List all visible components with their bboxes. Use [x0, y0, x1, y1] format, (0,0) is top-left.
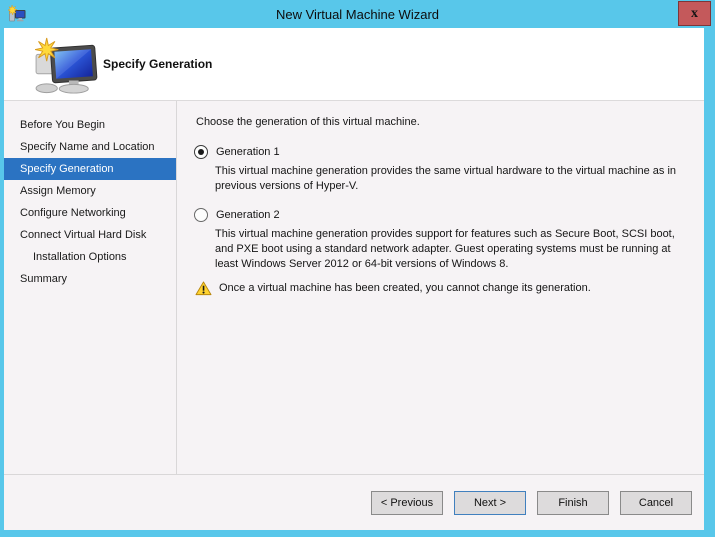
- window-titlebar: New Virtual Machine Wizard x: [0, 0, 715, 28]
- sidebar-item-specify-name-and-location[interactable]: Specify Name and Location: [4, 136, 176, 158]
- button-label: < Previous: [380, 497, 434, 509]
- wizard-frame: Specify Generation Before You Begin Spec…: [4, 28, 704, 530]
- window-title: New Virtual Machine Wizard: [275, 6, 440, 22]
- page-content: Choose the generation of this virtual ma…: [177, 101, 704, 474]
- app-icon: [8, 5, 26, 22]
- sidebar-item-label: Specify Name and Location: [20, 141, 155, 153]
- sidebar-item-assign-memory[interactable]: Assign Memory: [4, 180, 176, 202]
- cancel-button[interactable]: Cancel: [620, 491, 692, 515]
- wizard-window: New Virtual Machine Wizard x Specify Gen…: [0, 0, 715, 537]
- close-button[interactable]: x: [678, 1, 711, 26]
- generation-2-radio[interactable]: Generation 2: [194, 208, 690, 222]
- wizard-header: Specify Generation: [4, 28, 704, 101]
- generation-2-description: This virtual machine generation provides…: [215, 228, 675, 270]
- sidebar-item-label: Installation Options: [33, 251, 127, 263]
- generation-1-radio[interactable]: Generation 1: [194, 145, 690, 159]
- sidebar-item-configure-networking[interactable]: Configure Networking: [4, 202, 176, 224]
- next-button[interactable]: Next >: [454, 491, 526, 515]
- warning-note: Once a virtual machine has been created,…: [195, 281, 690, 296]
- sidebar-item-label: Connect Virtual Hard Disk: [20, 229, 147, 241]
- wizard-footer: < Previous Next > Finish Cancel: [4, 474, 704, 530]
- sidebar-item-before-you-begin[interactable]: Before You Begin: [4, 114, 176, 136]
- sidebar-item-specify-generation[interactable]: Specify Generation: [4, 158, 176, 180]
- previous-button[interactable]: < Previous: [371, 491, 443, 515]
- sidebar-item-label: Before You Begin: [20, 119, 106, 131]
- radio-selected-icon: [194, 145, 208, 159]
- wizard-steps-sidebar: Before You Begin Specify Name and Locati…: [4, 101, 177, 474]
- intro-text: Choose the generation of this virtual ma…: [196, 116, 420, 128]
- generation-1-description: This virtual machine generation provides…: [215, 165, 677, 192]
- radio-label: Generation 2: [216, 209, 280, 221]
- sidebar-item-summary[interactable]: Summary: [4, 268, 176, 290]
- new-vm-computer-icon: [34, 37, 98, 94]
- sidebar-item-label: Configure Networking: [20, 207, 126, 219]
- close-icon: x: [691, 5, 698, 21]
- sidebar-item-label: Summary: [20, 273, 68, 285]
- radio-label: Generation 1: [216, 146, 280, 158]
- sidebar-item-installation-options[interactable]: Installation Options: [4, 246, 176, 268]
- wizard-body: Before You Begin Specify Name and Locati…: [4, 101, 704, 474]
- sidebar-item-label: Specify Generation: [20, 163, 114, 175]
- warning-triangle-icon: [195, 281, 212, 296]
- page-title: Specify Generation: [103, 57, 213, 71]
- finish-button[interactable]: Finish: [537, 491, 609, 515]
- button-label: Cancel: [638, 497, 674, 509]
- button-label: Finish: [558, 497, 588, 509]
- sidebar-item-connect-virtual-hard-disk[interactable]: Connect Virtual Hard Disk: [4, 224, 176, 246]
- sidebar-item-label: Assign Memory: [20, 185, 96, 197]
- button-label: Next >: [473, 497, 507, 509]
- radio-unselected-icon: [194, 208, 208, 222]
- warning-text: Once a virtual machine has been created,…: [219, 282, 591, 294]
